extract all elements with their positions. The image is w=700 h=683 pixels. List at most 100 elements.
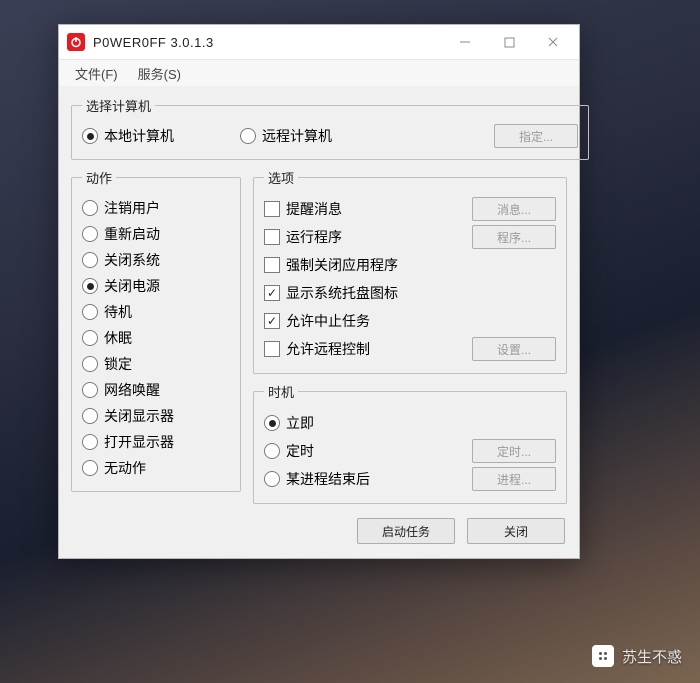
titlebar: P0WER0FF 3.0.1.3 [59,25,579,60]
radio-icon [82,252,98,268]
watermark: 苏生不惑 [592,645,682,667]
action-radio[interactable]: 打开显示器 [82,429,230,455]
radio-icon [240,128,256,144]
radio-label: 定时 [286,441,314,461]
option-label: 强制关闭应用程序 [286,255,398,275]
timing-side-button[interactable]: 定时... [472,439,556,463]
radio-label: 重新启动 [104,224,160,244]
radio-label: 立即 [286,413,314,433]
checkbox-icon [264,257,280,273]
start-task-button[interactable]: 启动任务 [357,518,455,544]
action-radio[interactable]: 锁定 [82,351,230,377]
radio-icon [264,471,280,487]
option-row: 强制关闭应用程序 [264,251,556,279]
legend-timing: 时机 [264,382,298,401]
timing-row: 某进程结束后 进程... [264,465,556,493]
radio-icon [264,443,280,459]
radio-icon [82,200,98,216]
radio-label: 远程计算机 [262,126,332,146]
action-radio[interactable]: 关闭电源 [82,273,230,299]
close-dialog-button[interactable]: 关闭 [467,518,565,544]
close-button[interactable] [531,27,575,57]
option-row: 显示系统托盘图标 [264,279,556,307]
menubar: 文件(F) 服务(S) [59,60,579,86]
radio-icon [82,408,98,424]
dialog-buttons: 启动任务 关闭 [71,512,567,546]
radio-local-computer[interactable]: 本地计算机 [82,123,232,149]
option-checkbox[interactable]: 显示系统托盘图标 [264,283,556,303]
radio-label: 关闭电源 [104,276,160,296]
window-title: P0WER0FF 3.0.1.3 [93,35,443,50]
timing-radio[interactable]: 某进程结束后 [264,469,472,489]
option-row: 允许中止任务 [264,307,556,335]
watermark-text: 苏生不惑 [622,646,682,667]
option-checkbox[interactable]: 运行程序 [264,227,472,247]
group-action: 动作 注销用户重新启动关闭系统关闭电源待机休眠锁定网络唤醒关闭显示器打开显示器无… [71,168,241,492]
client-area: 选择计算机 本地计算机 远程计算机 指定... 动作 注销用户重新启动关闭系统关… [59,86,579,558]
checkbox-icon [264,201,280,217]
timing-side-button[interactable]: 进程... [472,467,556,491]
maximize-button[interactable] [487,27,531,57]
option-row: 运行程序 程序... [264,223,556,251]
option-checkbox[interactable]: 强制关闭应用程序 [264,255,556,275]
radio-icon [264,415,280,431]
app-icon [67,33,85,51]
option-side-button[interactable]: 消息... [472,197,556,221]
window-controls [443,27,575,57]
action-radio[interactable]: 休眠 [82,325,230,351]
timing-row: 定时 定时... [264,437,556,465]
radio-icon [82,304,98,320]
action-radio[interactable]: 重新启动 [82,221,230,247]
legend-options: 选项 [264,168,298,187]
action-radio[interactable]: 待机 [82,299,230,325]
radio-label: 关闭系统 [104,250,160,270]
specify-button[interactable]: 指定... [494,124,578,148]
radio-icon [82,278,98,294]
radio-icon [82,382,98,398]
radio-label: 锁定 [104,354,132,374]
group-select-computer: 选择计算机 本地计算机 远程计算机 指定... [71,96,589,160]
radio-icon [82,226,98,242]
timing-radio[interactable]: 定时 [264,441,472,461]
option-side-button[interactable]: 程序... [472,225,556,249]
option-label: 提醒消息 [286,199,342,219]
option-checkbox[interactable]: 允许中止任务 [264,311,556,331]
option-checkbox[interactable]: 允许远程控制 [264,339,472,359]
radio-icon [82,460,98,476]
radio-remote-computer[interactable]: 远程计算机 [240,123,486,149]
checkbox-icon [264,229,280,245]
radio-label: 本地计算机 [104,126,174,146]
radio-label: 关闭显示器 [104,406,174,426]
action-radio[interactable]: 注销用户 [82,195,230,221]
timing-radio[interactable]: 立即 [264,413,556,433]
radio-icon [82,434,98,450]
radio-label: 无动作 [104,458,146,478]
option-label: 允许中止任务 [286,311,370,331]
wechat-icon [592,645,614,667]
checkbox-icon [264,341,280,357]
checkbox-icon [264,285,280,301]
radio-label: 某进程结束后 [286,469,370,489]
action-radio[interactable]: 关闭系统 [82,247,230,273]
radio-icon [82,356,98,372]
option-row: 提醒消息 消息... [264,195,556,223]
minimize-button[interactable] [443,27,487,57]
group-options: 选项 提醒消息 消息... 运行程序 程序... 强制关闭应用程序显示系统托盘图标允许中… [253,168,567,374]
action-radio[interactable]: 关闭显示器 [82,403,230,429]
radio-icon [82,128,98,144]
option-side-button[interactable]: 设置... [472,337,556,361]
option-row: 允许远程控制设置... [264,335,556,363]
menu-service[interactable]: 服务(S) [128,62,191,85]
app-window: P0WER0FF 3.0.1.3 文件(F) 服务(S) 选择计算机 [58,24,580,559]
group-timing: 时机 立即定时 定时... 某进程结束后 进程... [253,382,567,504]
radio-label: 休眠 [104,328,132,348]
legend-select-computer: 选择计算机 [82,96,155,115]
radio-label: 网络唤醒 [104,380,160,400]
radio-label: 打开显示器 [104,432,174,452]
menu-file[interactable]: 文件(F) [65,62,128,85]
action-radio[interactable]: 无动作 [82,455,230,481]
option-label: 运行程序 [286,227,342,247]
option-checkbox[interactable]: 提醒消息 [264,199,472,219]
action-radio[interactable]: 网络唤醒 [82,377,230,403]
radio-label: 注销用户 [104,198,160,218]
